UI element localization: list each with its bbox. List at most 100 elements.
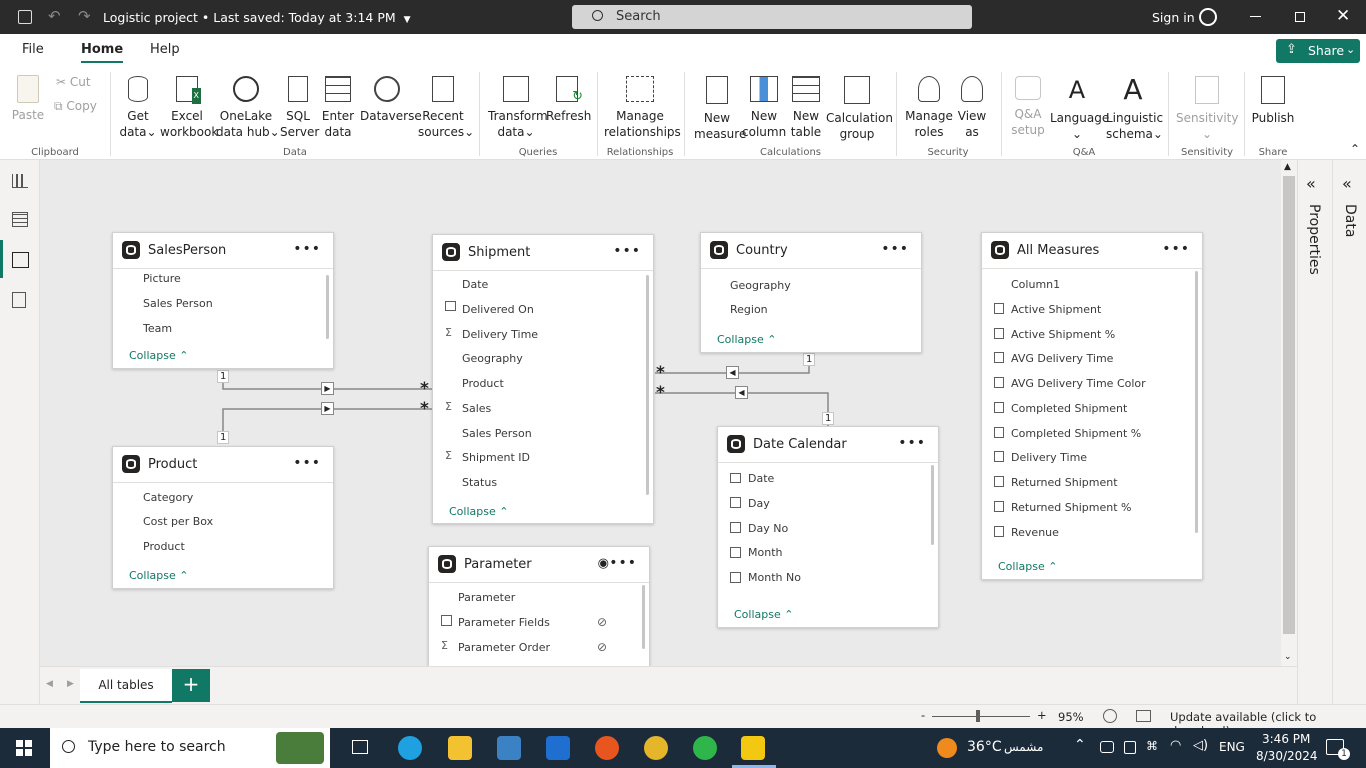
hidden-icon[interactable]: ⊘ — [597, 640, 607, 654]
network-icon[interactable] — [1100, 741, 1114, 753]
scrollbar[interactable] — [326, 275, 329, 339]
reset-view-icon[interactable] — [1103, 709, 1117, 723]
field-item[interactable]: Parameter Order — [458, 641, 550, 654]
manage-relationships-button[interactable]: Manage relationships — [604, 76, 681, 140]
more-options-icon[interactable]: ••• — [293, 455, 321, 471]
table-card-header[interactable]: Shipment ••• — [433, 235, 653, 271]
new-table-button[interactable]: New table — [788, 76, 824, 140]
maximize-button[interactable] — [1295, 12, 1305, 22]
paste-button[interactable]: Paste — [8, 75, 48, 123]
whatsapp-icon[interactable] — [693, 736, 717, 760]
zoom-in-button[interactable]: + — [1037, 708, 1047, 722]
sql-server-button[interactable]: SQL Server — [280, 76, 319, 140]
table-card-shipment[interactable]: Shipment ••• Date Delivered On Σ Delivery… — [432, 234, 654, 524]
refresh-button[interactable]: ↻ Refresh — [546, 76, 591, 124]
table-card-header[interactable]: SalesPerson ••• — [113, 233, 333, 269]
field-item[interactable]: Month — [748, 546, 782, 559]
field-item[interactable]: AVG Delivery Time — [1011, 352, 1113, 365]
field-item[interactable]: Date — [748, 472, 774, 485]
add-layout-button[interactable]: + — [172, 669, 210, 702]
filter-direction-icon[interactable]: ▶ — [321, 382, 334, 395]
redo-icon[interactable]: ↷ — [78, 7, 91, 25]
table-card-parameter[interactable]: Parameter ◉ ••• Parameter Parameter Fields… — [428, 546, 650, 666]
save-icon[interactable] — [18, 10, 32, 24]
field-item[interactable]: Active Shipment % — [1011, 328, 1115, 341]
table-card-all-measures[interactable]: All Measures ••• Column1 Active Shipment … — [981, 232, 1203, 580]
battery-icon[interactable] — [1124, 741, 1136, 754]
field-item[interactable]: Completed Shipment — [1011, 402, 1127, 415]
cut-button[interactable]: ✂ Cut — [56, 74, 91, 90]
table-card-date-calendar[interactable]: Date Calendar ••• Date Day Day No Month M… — [717, 426, 939, 628]
field-item[interactable]: Cost per Box — [143, 515, 213, 528]
scroll-down-icon[interactable]: ⌄ — [1284, 652, 1292, 662]
edge-icon[interactable] — [398, 736, 422, 760]
dataverse-button[interactable]: Dataverse — [360, 76, 422, 124]
onelake-button[interactable]: OneLake data hub⌄ — [216, 76, 280, 140]
new-measure-button[interactable]: New measure — [694, 76, 746, 142]
collapse-link[interactable]: Collapse ⌃ — [734, 608, 793, 621]
field-item[interactable]: AVG Delivery Time Color — [1011, 377, 1146, 390]
more-options-icon[interactable]: ••• — [898, 435, 926, 451]
windows-start-icon[interactable] — [16, 740, 32, 756]
volume-icon[interactable]: ◁) — [1193, 738, 1208, 753]
field-item[interactable]: Product — [143, 540, 185, 553]
sign-in-link[interactable]: Sign in — [1152, 10, 1195, 25]
field-item[interactable]: Month No — [748, 571, 801, 584]
get-data-button[interactable]: Get data⌄ — [118, 76, 158, 140]
field-item[interactable]: Category — [143, 491, 193, 504]
filter-direction-icon[interactable]: ◀ — [726, 366, 739, 379]
field-item[interactable]: Region — [730, 303, 768, 316]
hidden-icon[interactable]: ⊘ — [597, 615, 607, 629]
filter-direction-icon[interactable]: ▶ — [321, 402, 334, 415]
share-button[interactable]: ⇪ Share ⌄ — [1276, 39, 1360, 63]
tab-scroll-right-icon[interactable]: ▶ — [67, 679, 74, 689]
copy-button[interactable]: ⧉ Copy — [54, 98, 97, 114]
collapse-ribbon-icon[interactable]: ⌃ — [1350, 142, 1360, 156]
field-item[interactable]: Date — [462, 278, 488, 291]
task-view-icon[interactable] — [352, 740, 368, 754]
more-options-icon[interactable]: ••• — [881, 241, 909, 257]
field-item[interactable]: Returned Shipment % — [1011, 501, 1131, 514]
linguistic-schema-button[interactable]: A Linguistic schema⌄ — [1106, 76, 1163, 142]
table-card-header[interactable]: Date Calendar ••• — [718, 427, 938, 463]
menu-file[interactable]: File — [22, 42, 44, 57]
table-view-icon[interactable] — [12, 212, 28, 227]
weather-icon[interactable] — [937, 738, 957, 758]
field-item[interactable]: Active Shipment — [1011, 303, 1101, 316]
scrollbar[interactable] — [1195, 271, 1198, 533]
scroll-up-icon[interactable]: ▲ — [1284, 162, 1291, 172]
zoom-slider-thumb[interactable] — [976, 710, 980, 722]
store-icon[interactable] — [497, 736, 521, 760]
powerbi-icon[interactable] — [741, 736, 765, 760]
eye-icon[interactable]: ◉ — [598, 556, 609, 571]
view-as-button[interactable]: View as — [954, 76, 990, 140]
field-item[interactable]: Parameter Fields — [458, 616, 550, 629]
field-item[interactable]: Picture — [143, 272, 181, 285]
calculation-group-button[interactable]: Calculation group — [826, 76, 893, 142]
collapse-link[interactable]: Collapse ⌃ — [449, 505, 508, 518]
field-item[interactable]: Day No — [748, 522, 788, 535]
fit-to-screen-icon[interactable] — [1136, 710, 1151, 722]
field-item[interactable]: Completed Shipment % — [1011, 427, 1141, 440]
scrollbar[interactable] — [931, 465, 934, 545]
mail-icon[interactable] — [546, 736, 570, 760]
zoom-level[interactable]: 95% — [1058, 710, 1084, 724]
table-card-header[interactable]: Product ••• — [113, 447, 333, 483]
close-button[interactable]: ✕ — [1336, 6, 1350, 26]
field-item[interactable]: Returned Shipment — [1011, 476, 1118, 489]
search-box[interactable]: Search — [572, 5, 972, 29]
field-item[interactable]: Parameter — [458, 591, 515, 604]
model-view-icon[interactable] — [12, 252, 29, 268]
expand-properties-icon[interactable]: « — [1306, 174, 1316, 193]
more-options-icon[interactable]: ••• — [609, 555, 637, 571]
menu-home[interactable]: Home — [81, 42, 124, 63]
expand-data-icon[interactable]: « — [1342, 174, 1352, 193]
table-card-header[interactable]: Country ••• — [701, 233, 921, 269]
filter-direction-icon[interactable]: ◀ — [735, 386, 748, 399]
collapse-link[interactable]: Collapse ⌃ — [998, 560, 1057, 573]
field-item[interactable]: Status — [462, 476, 497, 489]
language-indicator[interactable]: ENG — [1219, 740, 1245, 754]
more-options-icon[interactable]: ••• — [293, 241, 321, 257]
field-item[interactable]: Geography — [462, 352, 523, 365]
collapse-link[interactable]: Collapse ⌃ — [129, 349, 188, 362]
